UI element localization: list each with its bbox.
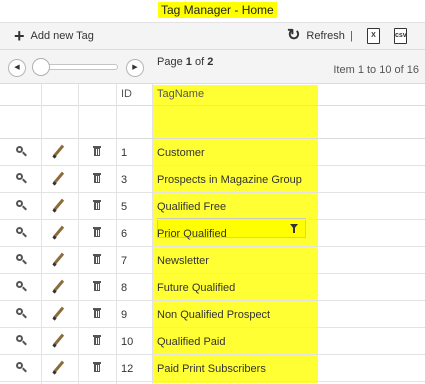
delete-icon[interactable]	[91, 253, 105, 267]
cell-tagname: Future Qualified	[157, 282, 236, 294]
view-icon[interactable]	[15, 253, 29, 267]
excel-export-icon[interactable]: X	[367, 28, 380, 44]
refresh-icon: ↻	[287, 27, 301, 44]
cell-id: 5	[121, 201, 128, 213]
total-pages: 2	[207, 56, 214, 68]
plus-icon: +	[14, 26, 25, 46]
view-icon[interactable]	[15, 145, 29, 159]
cell-tagname: Paid Print Subscribers	[157, 363, 266, 375]
table-row[interactable]: 12 Paid Print Subscribers	[0, 355, 425, 382]
cell-tagname: Prior Qualified	[157, 228, 227, 240]
delete-icon[interactable]	[91, 361, 105, 375]
cell-tagname: Prospects in Magazine Group	[157, 174, 302, 186]
delete-icon[interactable]	[91, 307, 105, 321]
cell-id: 1	[121, 147, 128, 159]
page-title: Tag Manager - Home	[158, 2, 277, 18]
table-row[interactable]: 1 Customer	[0, 139, 425, 166]
column-header-tagname[interactable]: TagName	[157, 88, 204, 100]
edit-icon[interactable]	[52, 360, 66, 375]
cell-id: 3	[121, 174, 128, 186]
delete-icon[interactable]	[91, 172, 105, 186]
toolbar: + Add new Tag ↻ Refresh | X csv	[0, 22, 425, 50]
add-new-tag-label: Add new Tag	[30, 30, 94, 42]
delete-icon[interactable]	[91, 226, 105, 240]
delete-icon[interactable]	[91, 199, 105, 213]
cell-id: 7	[121, 255, 128, 267]
add-new-tag-button[interactable]: + Add new Tag	[14, 26, 94, 46]
cell-tagname: Non Qualified Prospect	[157, 309, 271, 321]
grid-header: ID TagName	[0, 84, 425, 106]
page-of: of	[194, 56, 205, 68]
table-row[interactable]: 5 Qualified Free	[0, 193, 425, 220]
refresh-label: Refresh	[306, 30, 345, 42]
page-prefix: Page	[157, 56, 183, 68]
column-header-id[interactable]: ID	[121, 88, 132, 100]
edit-icon[interactable]	[52, 306, 66, 321]
view-icon[interactable]	[15, 199, 29, 213]
delete-icon[interactable]	[91, 334, 105, 348]
edit-icon[interactable]	[52, 198, 66, 213]
pager: ◀ ▶ Page 1 of 2 Item 1 to 10 of 16	[0, 50, 425, 84]
cell-id: 10	[121, 336, 134, 348]
edit-icon[interactable]	[52, 225, 66, 240]
delete-icon[interactable]	[91, 280, 105, 294]
view-icon[interactable]	[15, 226, 29, 240]
cell-tagname: Qualified Paid	[157, 336, 226, 348]
table-row[interactable]: 10 Qualified Paid	[0, 328, 425, 355]
view-icon[interactable]	[15, 361, 29, 375]
cell-id: 12	[121, 363, 134, 375]
cell-tagname: Customer	[157, 147, 205, 159]
page-info: Page 1 of 2	[157, 56, 213, 68]
csv-export-icon[interactable]: csv	[394, 28, 407, 44]
table-row[interactable]: 3 Prospects in Magazine Group	[0, 166, 425, 193]
next-page-button[interactable]: ▶	[126, 59, 144, 77]
view-icon[interactable]	[15, 172, 29, 186]
edit-icon[interactable]	[52, 144, 66, 159]
page-slider-track[interactable]	[42, 64, 118, 70]
cell-id: 6	[121, 228, 128, 240]
page-slider-handle[interactable]	[32, 58, 50, 76]
view-icon[interactable]	[15, 280, 29, 294]
item-count-info: Item 1 to 10 of 16	[333, 64, 419, 76]
delete-icon[interactable]	[91, 145, 105, 159]
filter-row	[0, 106, 425, 238]
table-row[interactable]: 9 Non Qualified Prospect	[0, 301, 425, 328]
edit-icon[interactable]	[52, 333, 66, 348]
table-row[interactable]: 7 Newsletter	[0, 247, 425, 274]
cell-id: 9	[121, 309, 128, 321]
cell-tagname: Qualified Free	[157, 201, 227, 213]
edit-icon[interactable]	[52, 279, 66, 294]
table-row[interactable]: 6 Prior Qualified	[0, 220, 425, 247]
edit-icon[interactable]	[52, 252, 66, 267]
refresh-button[interactable]: ↻ Refresh	[287, 28, 345, 44]
cell-id: 8	[121, 282, 128, 294]
prev-page-button[interactable]: ◀	[8, 59, 26, 77]
current-page: 1	[185, 56, 192, 68]
view-icon[interactable]	[15, 334, 29, 348]
toolbar-separator: |	[350, 30, 353, 42]
view-icon[interactable]	[15, 307, 29, 321]
title-bar: Tag Manager - Home	[0, 0, 425, 22]
edit-icon[interactable]	[52, 171, 66, 186]
table-row[interactable]: 8 Future Qualified	[0, 274, 425, 301]
cell-tagname: Newsletter	[157, 255, 209, 267]
